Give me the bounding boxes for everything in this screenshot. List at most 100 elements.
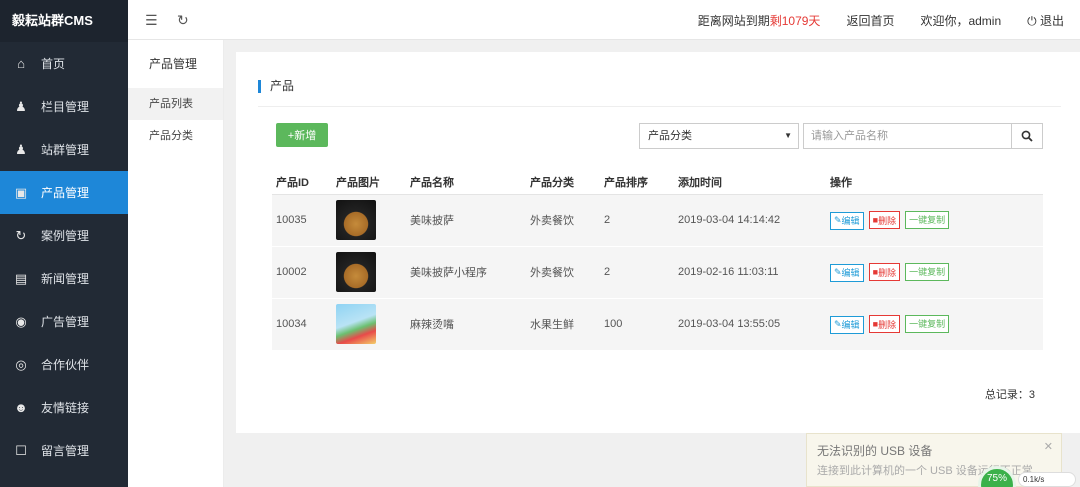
delete-button[interactable]: ■ 删除: [868, 263, 901, 281]
menu-toggle-icon[interactable]: ☰: [145, 12, 158, 29]
sidebar-item-label: 合作伙伴: [41, 358, 90, 372]
expire-label: 距离网站到期: [697, 13, 770, 28]
notification-title: 无法识别的 USB 设备: [817, 444, 933, 458]
sidebar-item-label: 新闻管理: [41, 272, 90, 286]
sidebar-item-label: 广告管理: [41, 315, 90, 329]
cell-sort: 2: [600, 194, 674, 247]
pencil-icon: ✎: [834, 267, 842, 277]
category-select[interactable]: 产品分类 ▼: [639, 123, 799, 149]
search-input[interactable]: [803, 123, 1011, 149]
product-thumbnail: [336, 252, 376, 292]
user-gear-icon: ♟: [15, 141, 27, 157]
news-icon: ▤: [14, 270, 28, 286]
col-header: 产品图片: [332, 170, 406, 195]
expire-days: 剩1079天: [769, 13, 821, 28]
cell-image: [332, 246, 406, 299]
table-row: 10002 美味披萨小程序 外卖餐饮 2 2019-02-16 11:03:11…: [272, 246, 1043, 299]
col-header: 产品ID: [272, 170, 332, 195]
cell-actions: ✎ 编辑 ■ 删除 一键复制: [826, 194, 1043, 247]
cell-sort: 2: [600, 246, 674, 299]
delete-button[interactable]: ■ 删除: [868, 211, 901, 229]
add-button[interactable]: +新增: [276, 123, 328, 147]
cell-actions: ✎ 编辑 ■ 删除 一键复制: [826, 246, 1043, 299]
sidebar-item-label: 产品管理: [41, 186, 90, 200]
sidebar-item-partners[interactable]: ◎ 合作伙伴: [0, 343, 128, 386]
close-icon[interactable]: ✕: [1044, 440, 1053, 453]
category-select-value: 产品分类: [648, 130, 692, 142]
edit-label: 编辑: [841, 320, 860, 330]
message-icon: ☐: [15, 442, 27, 458]
sidebar-item-ads[interactable]: ◉ 广告管理: [0, 300, 128, 343]
total-records: 总记录：3: [984, 389, 1035, 401]
user-icon: ☻: [14, 400, 28, 415]
sidebar-item-products[interactable]: ▣ 产品管理: [0, 171, 128, 214]
pencil-icon: ✎: [834, 215, 842, 225]
submenu-item-product-category[interactable]: 产品分类: [128, 120, 223, 152]
ad-icon: ◉: [15, 313, 27, 329]
power-icon: ⏻: [1027, 13, 1037, 28]
cell-time: 2019-03-04 14:14:42: [674, 194, 826, 247]
sub-menu: 产品管理 产品列表 产品分类: [128, 40, 224, 487]
welcome-user: 欢迎你，admin: [920, 13, 1002, 28]
col-header: 添加时间: [674, 170, 826, 195]
edit-button[interactable]: ✎ 编辑: [830, 263, 864, 282]
home-link[interactable]: 返回首页: [846, 12, 894, 29]
sidebar-item-label: 留言管理: [41, 444, 90, 458]
cell-id: 10002: [272, 246, 332, 299]
user-gear-icon: ♟: [15, 98, 27, 114]
edit-label: 编辑: [841, 216, 860, 226]
notification-body: 连接到此计算机的一个 USB 设备运行不正常: [817, 465, 1033, 477]
refresh-icon: ↻: [15, 227, 27, 243]
submenu-item-product-list[interactable]: 产品列表: [128, 88, 223, 120]
sidebar: 毅耘站群CMS ⌂ 首页 ♟ 栏目管理 ♟ 站群管理 ▣ 产品管理 ↻ 案例管理…: [0, 0, 128, 487]
col-header: 操作: [826, 170, 1043, 195]
partner-icon: ◎: [15, 356, 27, 372]
sidebar-item-label: 栏目管理: [41, 100, 90, 114]
delete-label: 删除: [878, 267, 897, 278]
network-speed: 0.1k/s: [1018, 472, 1076, 487]
cell-category: 水果生鲜: [526, 298, 600, 351]
cell-category: 外卖餐饮: [526, 246, 600, 299]
cell-name: 麻辣烫嘴: [406, 298, 526, 351]
col-header: 产品分类: [526, 170, 600, 195]
sidebar-item-links[interactable]: ☻ 友情链接: [0, 386, 128, 429]
cell-time: 2019-03-04 13:55:05: [674, 298, 826, 351]
cell-actions: ✎ 编辑 ■ 删除 一键复制: [826, 298, 1043, 351]
sidebar-item-sites[interactable]: ♟ 站群管理: [0, 128, 128, 171]
copy-button[interactable]: 一键复制: [905, 210, 950, 229]
table-row: 10034 麻辣烫嘴 水果生鲜 100 2019-03-04 13:55:05 …: [272, 298, 1043, 351]
cell-sort: 100: [600, 298, 674, 351]
delete-label: 删除: [878, 319, 897, 330]
main-panel: 产品 +新增 产品分类 ▼ 产品ID 产品图片 产品名称 产品分类 产品排序 添…: [236, 52, 1080, 433]
page-title: 产品: [258, 80, 294, 93]
edit-label: 编辑: [841, 268, 860, 278]
sidebar-item-news[interactable]: ▤ 新闻管理: [0, 257, 128, 300]
sidebar-item-home[interactable]: ⌂ 首页: [0, 42, 128, 85]
cell-category: 外卖餐饮: [526, 194, 600, 247]
product-thumbnail: [336, 200, 376, 240]
refresh-icon[interactable]: ↻: [177, 12, 189, 29]
sidebar-item-label: 友情链接: [41, 401, 90, 415]
edit-button[interactable]: ✎ 编辑: [830, 315, 864, 334]
cell-image: [332, 194, 406, 247]
sidebar-item-cases[interactable]: ↻ 案例管理: [0, 214, 128, 257]
copy-button[interactable]: 一键复制: [905, 262, 950, 281]
delete-button[interactable]: ■ 删除: [868, 315, 901, 333]
cell-time: 2019-02-16 11:03:11: [674, 246, 826, 299]
cell-id: 10035: [272, 194, 332, 247]
cell-name: 美味披萨小程序: [406, 246, 526, 299]
logout-button[interactable]: ⏻ 退出: [1027, 12, 1064, 29]
edit-button[interactable]: ✎ 编辑: [830, 211, 864, 230]
logout-label: 退出: [1039, 13, 1064, 28]
submenu-title: 产品管理: [149, 57, 198, 71]
sidebar-item-columns[interactable]: ♟ 栏目管理: [0, 85, 128, 128]
cell-id: 10034: [272, 298, 332, 351]
product-thumbnail: [336, 304, 376, 344]
cell-name: 美味披萨: [406, 194, 526, 247]
top-bar: ☰ ↻ 距离网站到期 剩1079天 返回首页 欢迎你，admin ⏻ 退出: [128, 0, 1080, 40]
copy-button[interactable]: 一键复制: [905, 314, 950, 333]
sidebar-item-label: 案例管理: [41, 229, 90, 243]
search-button[interactable]: [1011, 123, 1043, 149]
sidebar-item-messages[interactable]: ☐ 留言管理: [0, 429, 128, 472]
search-icon: [1021, 130, 1033, 142]
